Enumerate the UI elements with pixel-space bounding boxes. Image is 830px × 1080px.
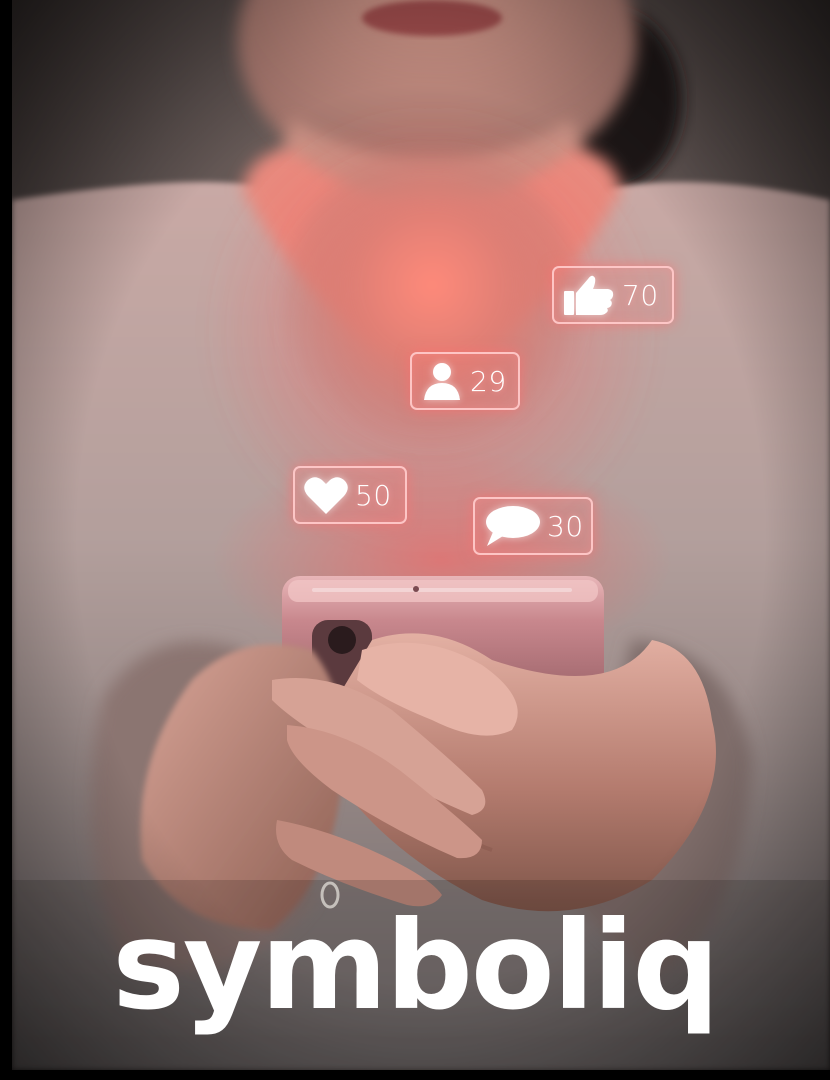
bottom-border (0, 1070, 830, 1080)
thumbs-up-icon (562, 273, 616, 317)
comments-badge: 30 (473, 497, 593, 555)
speech-bubble-icon (483, 504, 541, 548)
comments-count: 30 (547, 509, 584, 543)
brand-logo-text: symboliq (112, 895, 719, 1037)
followers-count: 29 (470, 364, 507, 398)
heart-icon (303, 475, 349, 515)
likes-badge: 70 (552, 266, 674, 324)
poster: 70 29 50 30 symboliq (0, 0, 830, 1080)
likes-count: 70 (622, 278, 659, 312)
followers-badge: 29 (410, 352, 520, 410)
hearts-badge: 50 (293, 466, 407, 524)
hearts-count: 50 (355, 478, 392, 512)
person-icon (420, 361, 464, 401)
